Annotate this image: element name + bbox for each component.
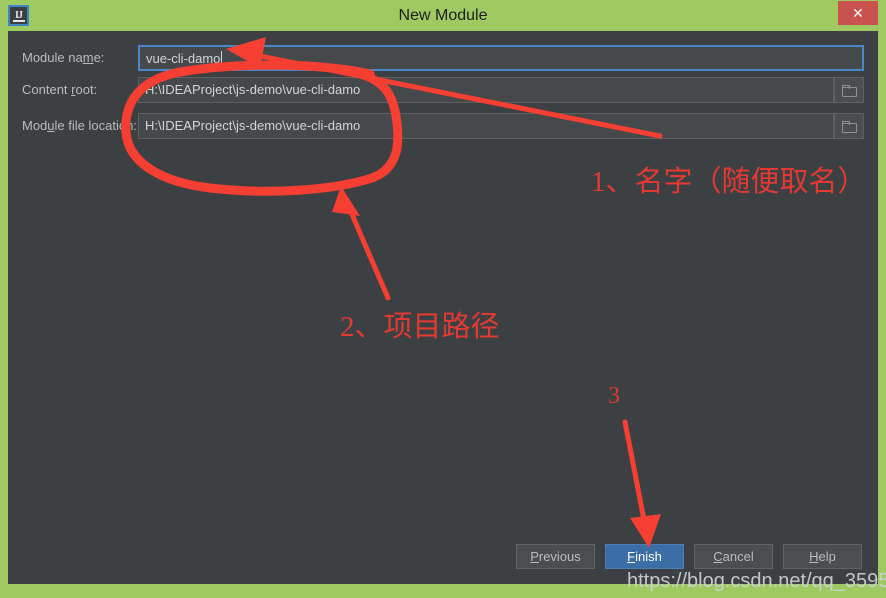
cancel-button[interactable]: Cancel [694, 544, 773, 569]
finish-button[interactable]: Finish [605, 544, 684, 569]
module-name-input[interactable]: vue-cli-damo [138, 45, 864, 71]
module-file-location-input[interactable]: H:\IDEAProject\js-demo\vue-cli-damo [138, 113, 834, 139]
content-root-input[interactable]: H:\IDEAProject\js-demo\vue-cli-damo [138, 77, 834, 103]
form-row-module-name: Module name: vue-cli-damo [8, 45, 878, 71]
watermark-url: https://blog.csdn.net/qq_35952089 [627, 570, 886, 592]
window-title: New Module [398, 7, 488, 24]
form-row-content-root: Content root: H:\IDEAProject\js-demo\vue… [8, 77, 878, 103]
annotation-label-3: 3 [608, 383, 620, 409]
label-module-name: Module name: [22, 50, 105, 65]
annotation-label-2: 2、项目路径 [340, 311, 500, 343]
label-content-root: Content root: [22, 82, 98, 97]
screenshot-root: IJ New Module ✕ Module name: vue-cli-dam… [0, 0, 886, 598]
form-row-module-file-location: Module file location: H:\IDEAProject\js-… [8, 113, 878, 139]
close-icon[interactable]: ✕ [838, 1, 878, 25]
annotation-label-1: 1、名字（随便取名） [591, 166, 867, 198]
content-root-browse-button[interactable] [834, 77, 864, 103]
window-titlebar: IJ New Module ✕ [0, 0, 886, 31]
folder-icon [842, 120, 857, 133]
label-module-file-location: Module file location: [22, 118, 137, 133]
text-caret [221, 51, 223, 65]
help-button[interactable]: Help [783, 544, 862, 569]
previous-button[interactable]: Previous [516, 544, 595, 569]
folder-icon [842, 84, 857, 97]
module-file-location-browse-button[interactable] [834, 113, 864, 139]
